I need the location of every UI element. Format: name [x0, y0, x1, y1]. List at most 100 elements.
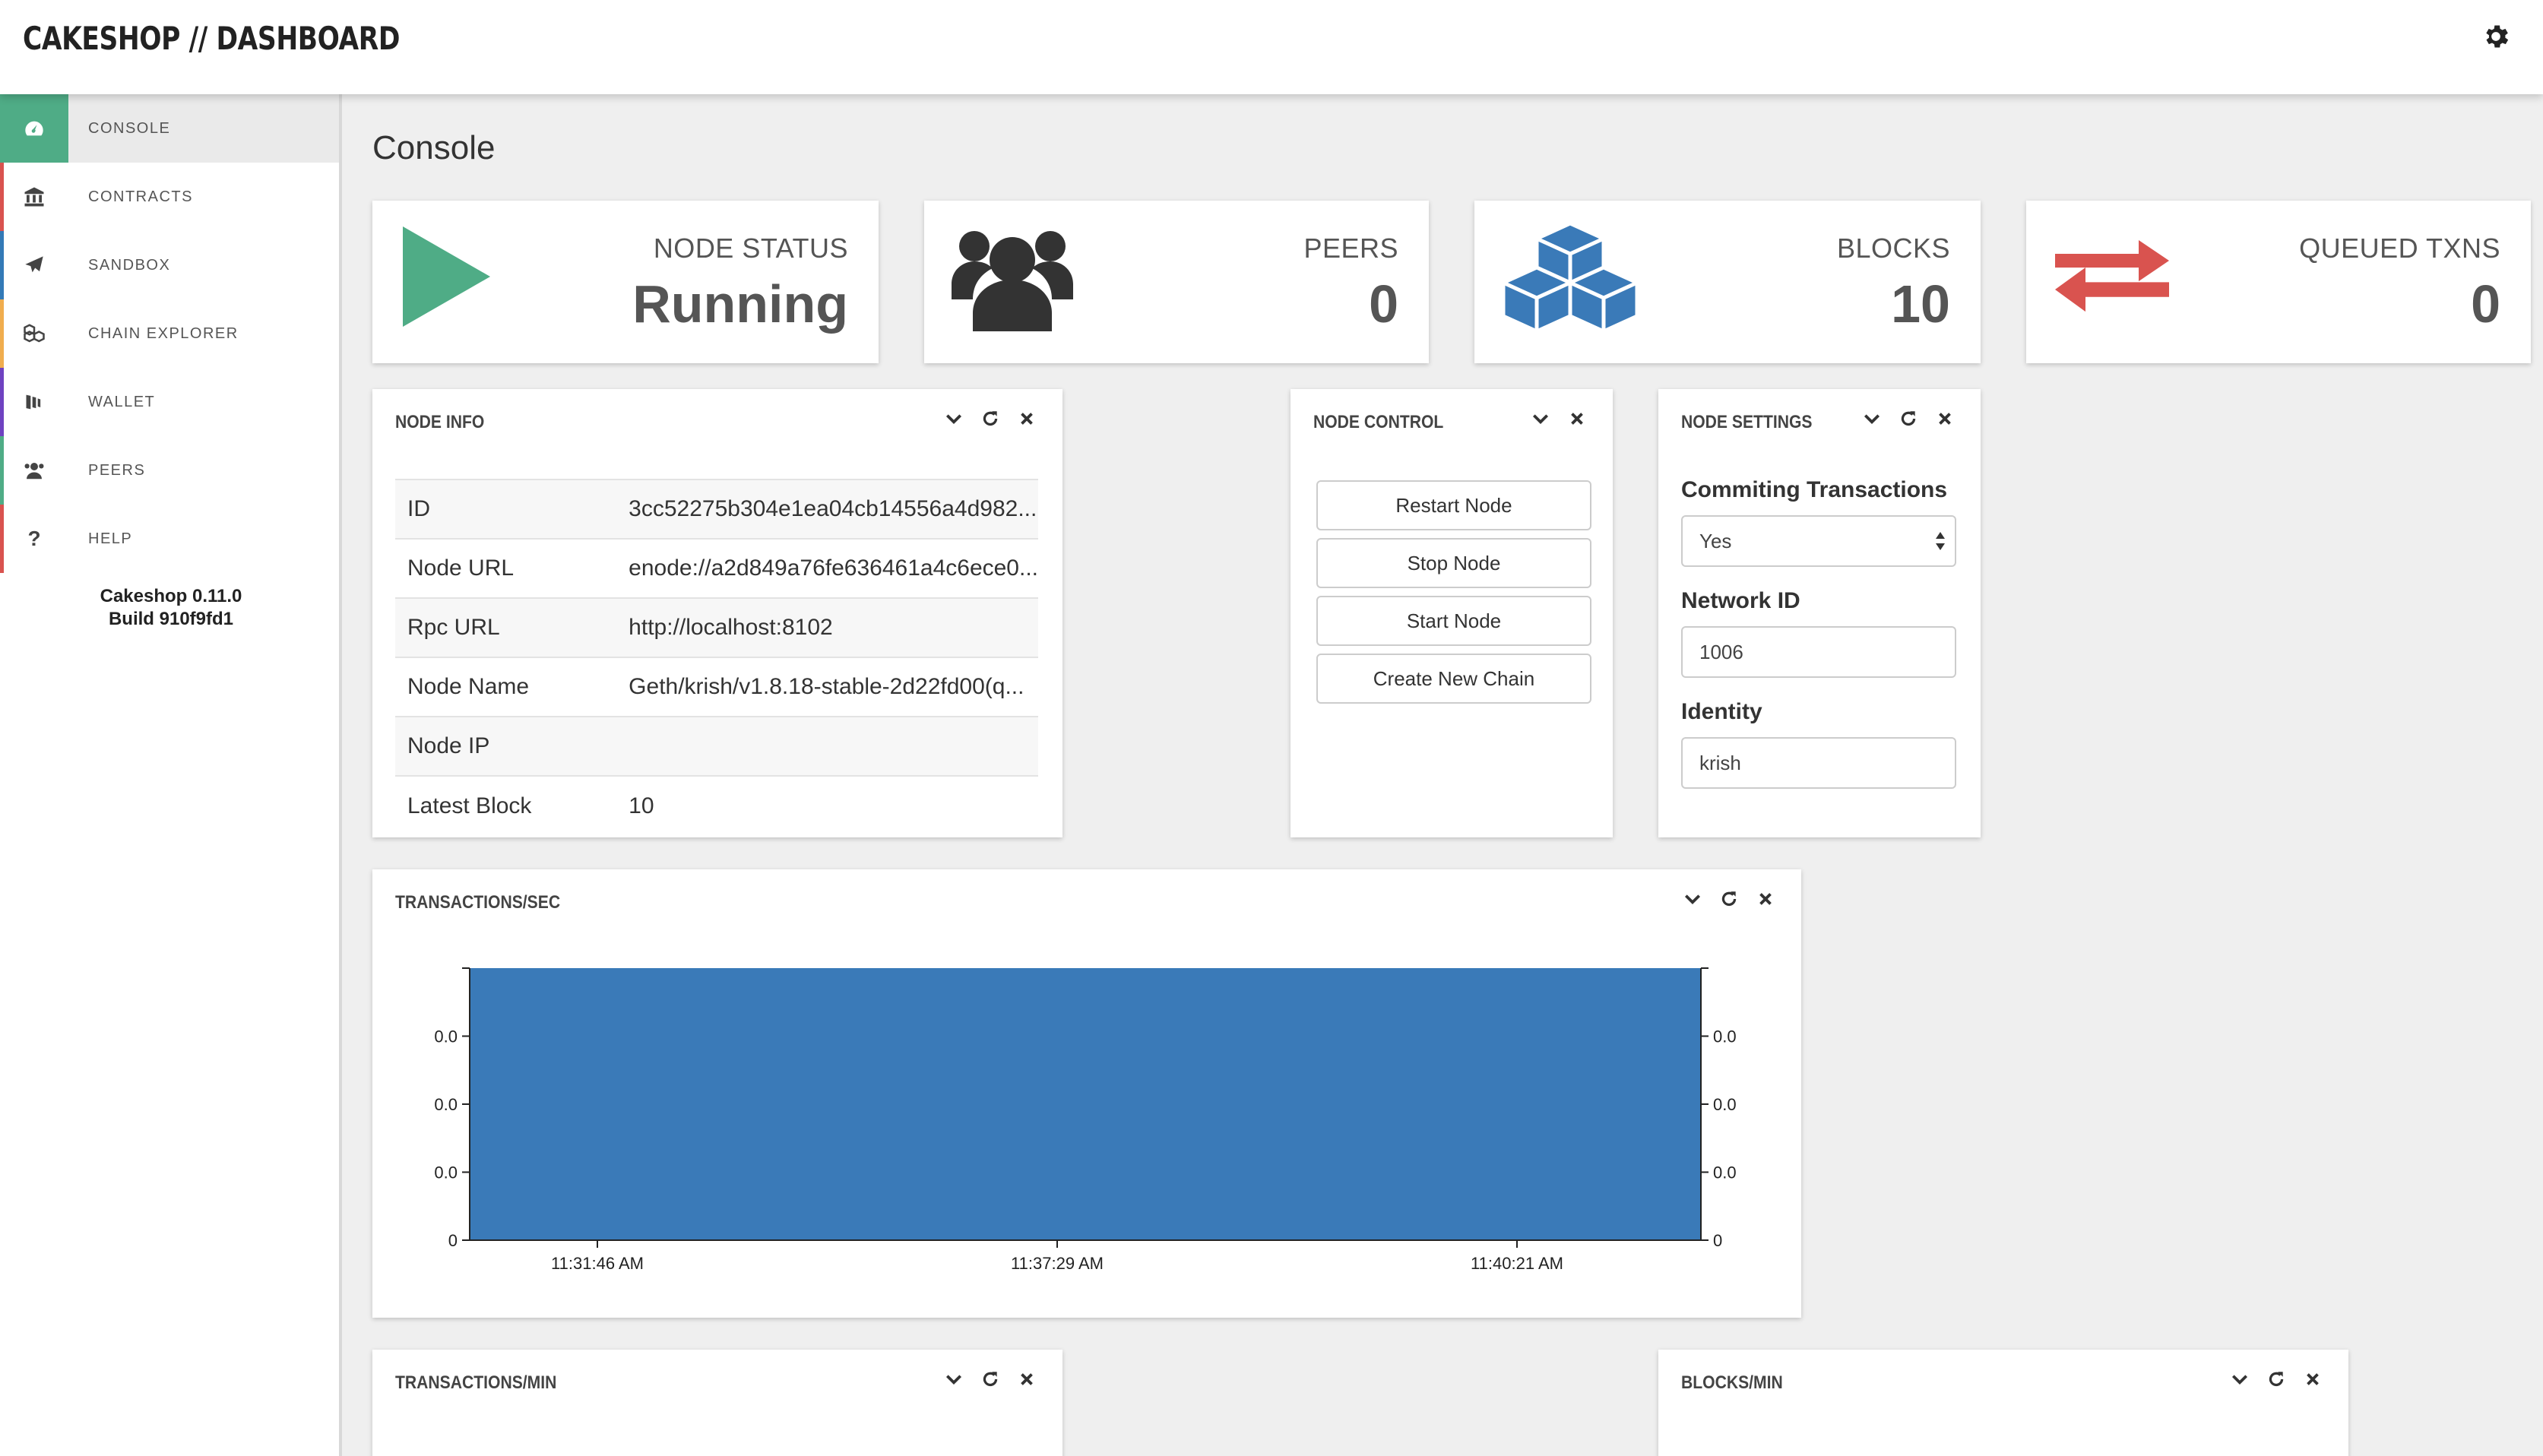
committing-label: Commiting Transactions	[1681, 477, 1948, 502]
sidebar-stripe	[0, 368, 4, 436]
table-row: Node Name Geth/krish/v1.8.18-stable-2d22f…	[395, 657, 1038, 717]
queued-txns-label: QUEUED TXNS	[2299, 233, 2500, 264]
restart-node-button[interactable]: Restart Node	[1316, 480, 1591, 530]
sidebar-stripe	[0, 505, 4, 573]
wallet-icon	[0, 368, 68, 436]
y-tick-label: 0.0	[434, 1027, 458, 1046]
node-info-table: ID 3cc52275b304e1ea04cb14556a4d982... Nod…	[395, 479, 1038, 835]
panel-title: TRANSACTIONS/MIN	[395, 1372, 557, 1393]
panel-tools	[2230, 1369, 2323, 1389]
sidebar-item-contracts[interactable]: CONTRACTS	[0, 163, 339, 231]
y-tick-label: 0.0	[1713, 1163, 1737, 1182]
close-icon[interactable]	[1935, 409, 1955, 429]
sidebar-item-sandbox[interactable]: SANDBOX	[0, 231, 339, 299]
sidebar-item-label: PEERS	[88, 461, 146, 479]
x-tick-label: 11:31:46 AM	[551, 1254, 644, 1273]
chevron-down-icon[interactable]	[944, 409, 964, 429]
panel-tools	[1531, 409, 1587, 429]
panel-title: NODE INFO	[395, 412, 485, 432]
table-row: Rpc URL http://localhost:8102	[395, 597, 1038, 657]
committing-value: Yes	[1699, 529, 1732, 552]
close-icon[interactable]	[1017, 409, 1037, 429]
panel-title: NODE SETTINGS	[1681, 412, 1813, 432]
identity-field[interactable]: krish	[1681, 737, 1956, 789]
sidebar-item-chain-explorer[interactable]: CHAIN EXPLORER	[0, 299, 339, 368]
sidebar-item-wallet[interactable]: WALLET	[0, 368, 339, 436]
version-info: Cakeshop 0.11.0 Build 910f9fd1	[0, 585, 342, 631]
info-value: enode://a2d849a76fe636461a4c6ece0...	[616, 538, 1038, 598]
sidebar-item-label: WALLET	[88, 393, 156, 410]
y-tick-label: 0	[1713, 1231, 1722, 1250]
node-status-value: Running	[632, 274, 848, 334]
y-tick-label: 0.0	[1713, 1027, 1737, 1046]
network-id-label: Network ID	[1681, 588, 1800, 613]
cubes-icon	[0, 299, 68, 368]
sidebar-item-label: CONTRACTS	[88, 188, 193, 205]
chevron-down-icon[interactable]	[1531, 409, 1550, 429]
sidebar-item-label: SANDBOX	[88, 256, 171, 274]
create-new-chain-button[interactable]: Create New Chain	[1316, 654, 1591, 704]
exchange-icon	[2055, 240, 2169, 312]
question-icon: ?	[27, 527, 41, 550]
network-id-field[interactable]: 1006	[1681, 626, 1956, 678]
peers-value: 0	[1369, 274, 1398, 334]
info-key: Node IP	[395, 716, 617, 776]
refresh-icon[interactable]	[980, 409, 1000, 429]
transactions-sec-panel: TRANSACTIONS/SEC 0 0 0.0 0.0 0.0 0.0 0.0 0.0 11:…	[372, 869, 1801, 1318]
build-label: Build 910f9fd1	[108, 609, 234, 629]
blocks-min-panel: BLOCKS/MIN	[1658, 1350, 2348, 1456]
top-bar: CAKESHOP // DASHBOARD	[0, 0, 2543, 94]
node-control-panel: NODE CONTROL Restart Node Stop Node Star…	[1291, 389, 1613, 837]
node-status-label: NODE STATUS	[653, 233, 848, 264]
refresh-icon[interactable]	[1899, 409, 1918, 429]
y-tick-label: 0.0	[434, 1163, 458, 1182]
blocks-value: 10	[1891, 274, 1950, 334]
y-tick-label: 0	[448, 1231, 458, 1250]
sidebar-stripe	[0, 94, 4, 163]
queued-txns-card: QUEUED TXNS 0	[2026, 201, 2531, 363]
cubes-icon	[1502, 221, 1639, 334]
info-value: http://localhost:8102	[616, 597, 1038, 657]
sidebar-item-console[interactable]: CONSOLE	[0, 94, 339, 163]
sidebar: CONSOLE CONTRACTS SANDBOX CHAIN EXPLORER…	[0, 94, 342, 1456]
transactions-min-panel: TRANSACTIONS/MIN	[372, 1350, 1062, 1456]
info-value: 3cc52275b304e1ea04cb14556a4d982...	[616, 479, 1038, 539]
stop-node-button[interactable]: Stop Node	[1316, 538, 1591, 588]
paper-plane-icon	[0, 231, 68, 299]
node-status-card: NODE STATUS Running	[372, 201, 879, 363]
panel-title: NODE CONTROL	[1313, 412, 1444, 432]
refresh-icon[interactable]	[2266, 1369, 2286, 1389]
sidebar-item-label: CHAIN EXPLORER	[88, 324, 239, 342]
info-value: Geth/krish/v1.8.18-stable-2d22fd00(q...	[616, 657, 1038, 717]
identity-label: Identity	[1681, 699, 1762, 724]
sidebar-stripe	[0, 299, 4, 368]
chevron-down-icon[interactable]	[1862, 409, 1882, 429]
users-icon	[952, 231, 1073, 331]
panel-tools	[944, 409, 1037, 429]
info-key: Latest Block	[395, 775, 617, 835]
close-icon[interactable]	[2303, 1369, 2323, 1389]
panel-tools	[1862, 409, 1955, 429]
info-key: Node URL	[395, 538, 617, 598]
bank-icon	[0, 163, 68, 231]
blocks-label: BLOCKS	[1836, 233, 1950, 264]
y-tick-label: 0.0	[1713, 1095, 1737, 1114]
select-arrows-icon	[1936, 532, 1945, 550]
close-icon[interactable]	[1017, 1369, 1037, 1389]
committing-select[interactable]: Yes	[1681, 515, 1956, 567]
chevron-down-icon[interactable]	[2230, 1369, 2250, 1389]
sidebar-stripe	[0, 163, 4, 231]
queued-txns-value: 0	[2471, 274, 2500, 334]
gear-icon[interactable]	[2481, 21, 2511, 52]
play-icon	[403, 226, 490, 327]
refresh-icon[interactable]	[980, 1369, 1000, 1389]
peers-card: PEERS 0	[924, 201, 1429, 363]
chevron-down-icon[interactable]	[944, 1369, 964, 1389]
sidebar-item-help[interactable]: ? HELP	[0, 505, 339, 573]
close-icon[interactable]	[1567, 409, 1587, 429]
table-row: Node URL enode://a2d849a76fe636461a4c6ece…	[395, 538, 1038, 598]
sidebar-item-peers[interactable]: PEERS	[0, 436, 339, 505]
start-node-button[interactable]: Start Node	[1316, 596, 1591, 646]
x-tick-label: 11:37:29 AM	[1011, 1254, 1104, 1273]
node-info-panel: NODE INFO ID 3cc52275b304e1ea04cb14556a4d…	[372, 389, 1062, 837]
